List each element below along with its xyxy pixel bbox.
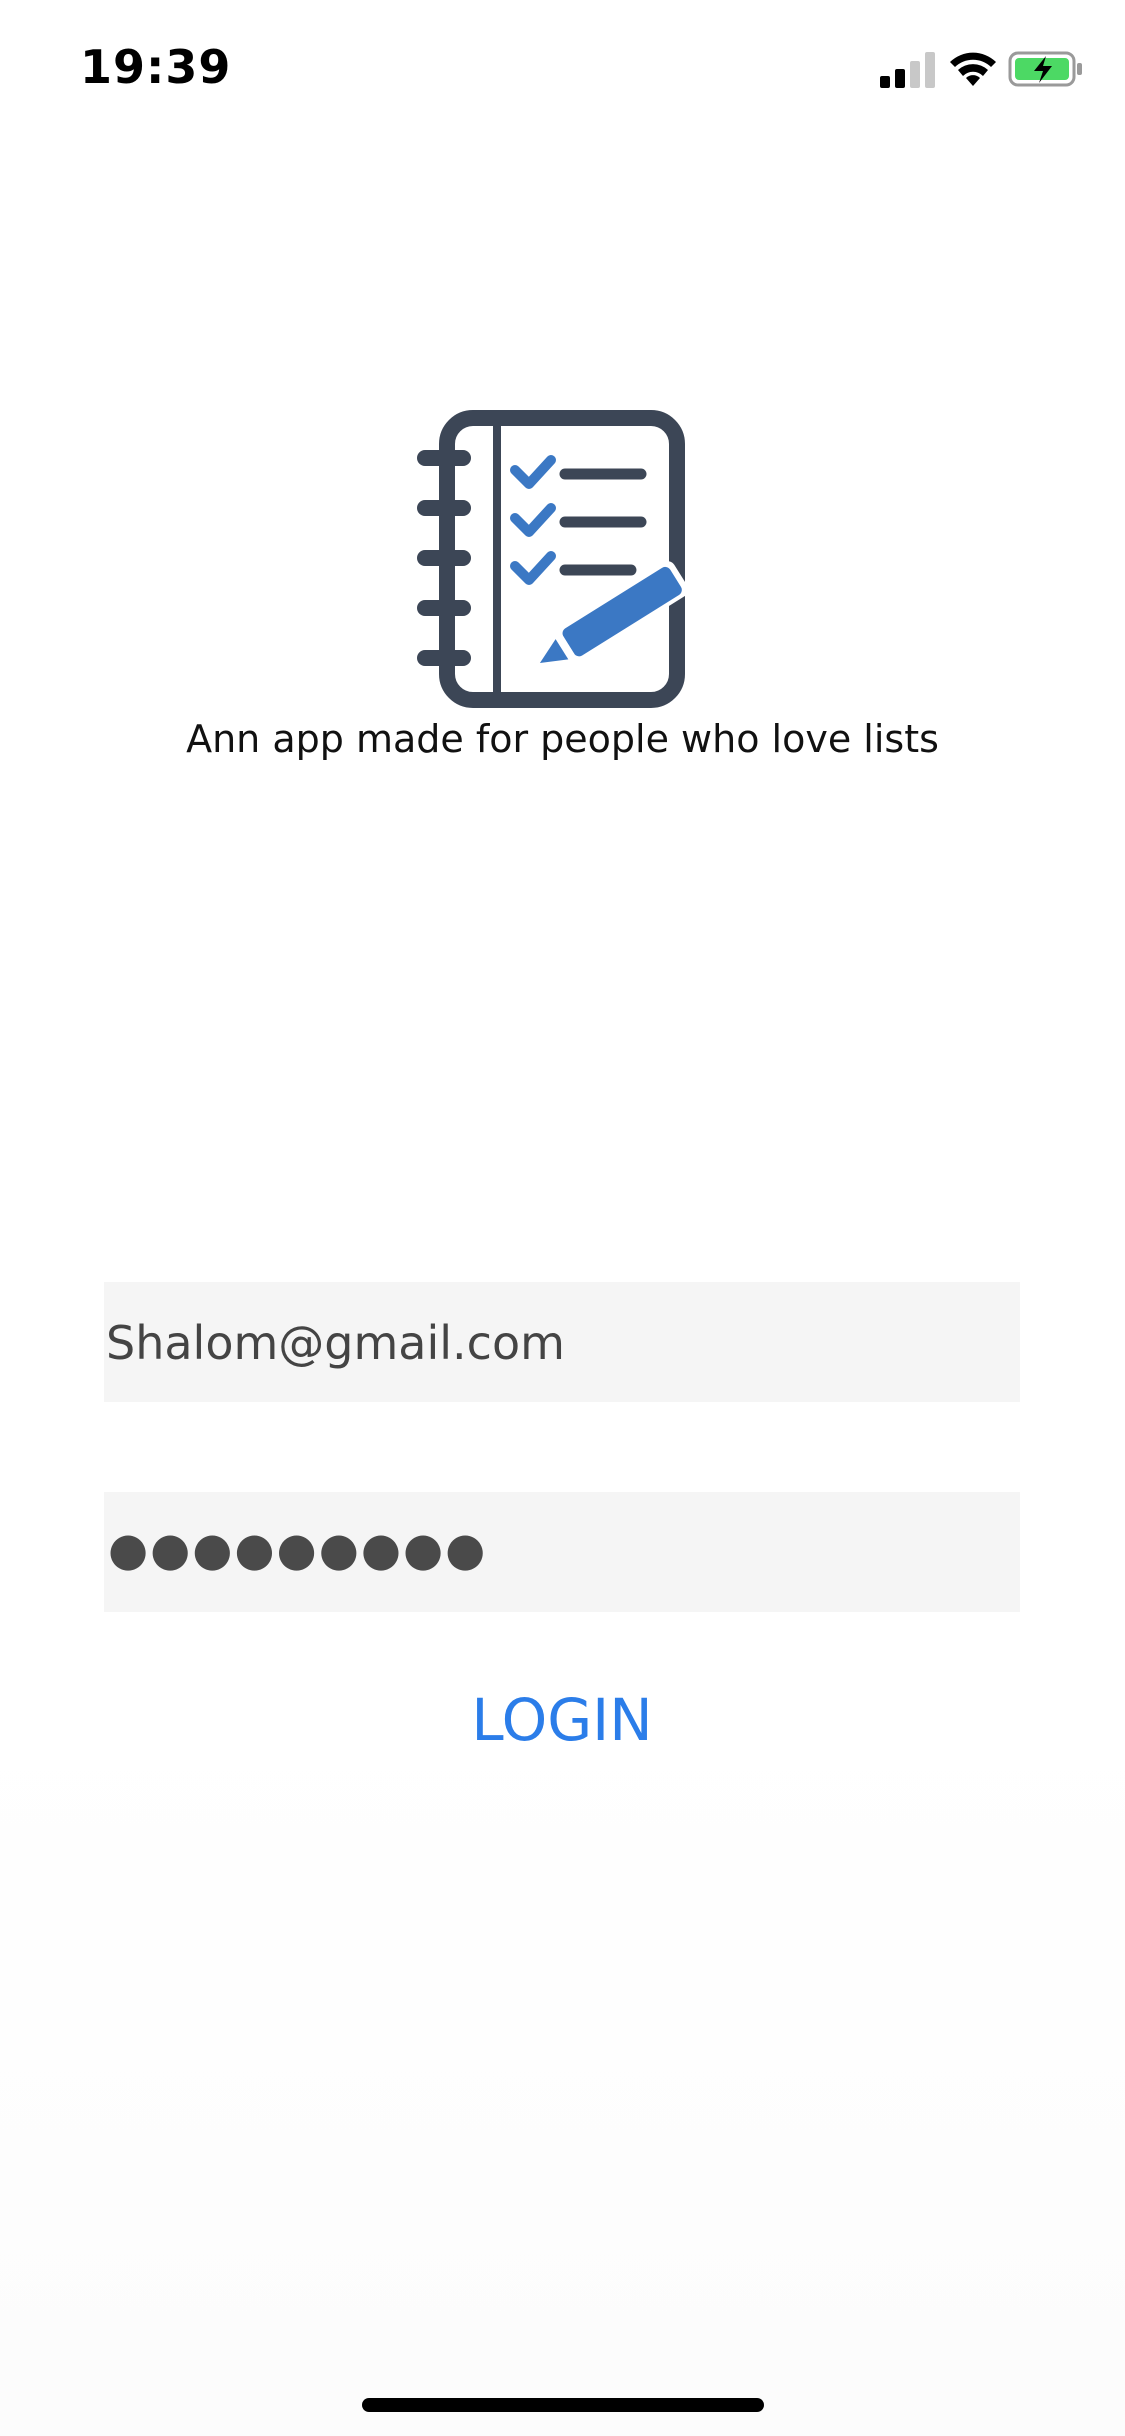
login-button[interactable]: LOGIN xyxy=(412,1670,712,1770)
cellular-signal-icon xyxy=(880,52,935,88)
home-indicator[interactable] xyxy=(362,2398,764,2412)
password-field[interactable]: ●●●●●●●●● xyxy=(104,1492,1020,1612)
app-tagline: Ann app made for people who love lists xyxy=(186,717,939,761)
password-masked-value: ●●●●●●●●● xyxy=(108,1522,488,1576)
login-screen: 19:39 Ann app made for people who love l… xyxy=(0,0,1125,2436)
status-bar: 19:39 xyxy=(0,0,1125,132)
battery-charging-icon xyxy=(1008,51,1082,87)
email-value: Shalom@gmail.com xyxy=(106,1316,565,1370)
status-time: 19:39 xyxy=(80,40,232,94)
wifi-icon xyxy=(950,52,996,86)
email-field[interactable]: Shalom@gmail.com xyxy=(104,1282,1020,1402)
notebook-checklist-pencil-icon xyxy=(417,410,689,708)
